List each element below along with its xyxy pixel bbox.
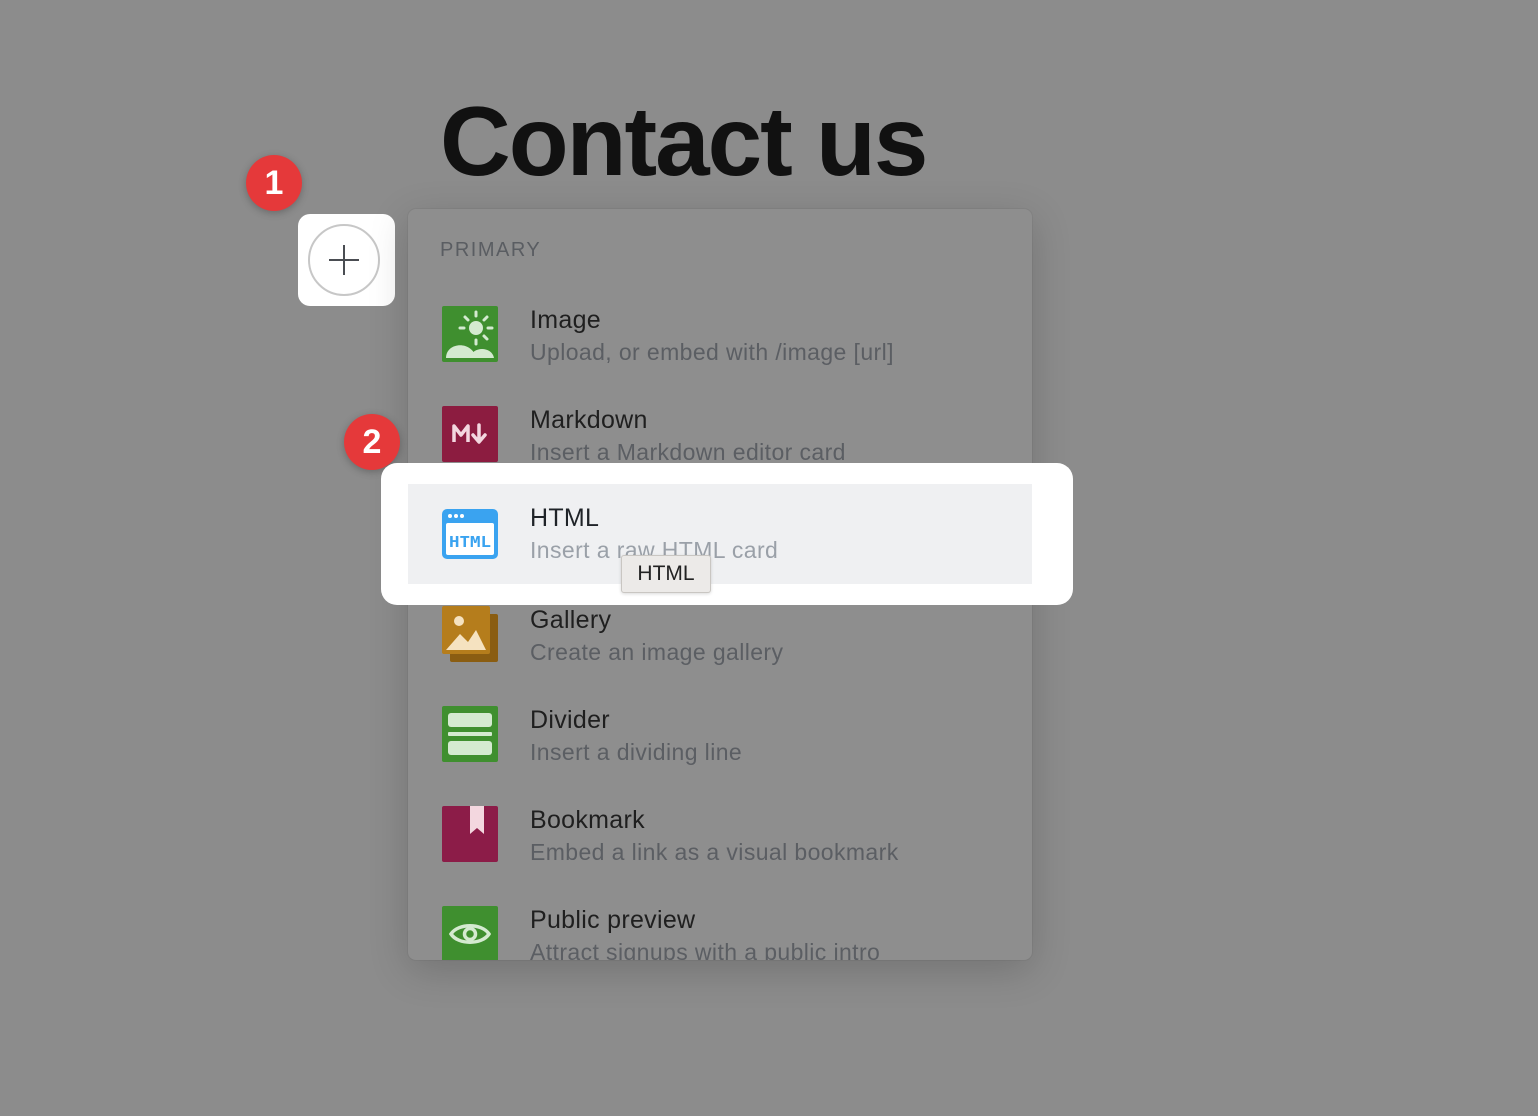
menu-item-description: Embed a link as a visual bookmark <box>530 839 899 865</box>
gallery-icon <box>442 606 498 662</box>
menu-item-public-preview[interactable]: Public preview Attract signups with a pu… <box>408 906 1032 960</box>
step-badge-2: 2 <box>344 414 400 470</box>
add-card-button[interactable] <box>308 224 380 296</box>
tooltip: HTML <box>621 555 711 593</box>
divider-icon <box>442 706 498 762</box>
image-icon <box>442 306 498 362</box>
menu-item-description: Create an image gallery <box>530 639 784 665</box>
menu-item-bookmark[interactable]: Bookmark Embed a link as a visual bookma… <box>408 806 1032 906</box>
eye-icon <box>442 906 498 960</box>
menu-item-title: Bookmark <box>530 806 645 834</box>
markdown-icon <box>442 406 498 462</box>
plus-icon <box>329 245 359 275</box>
menu-item-description: Upload, or embed with /image [url] <box>530 339 894 365</box>
page-title: Contact us <box>440 86 928 196</box>
step-badge-1: 1 <box>246 155 302 211</box>
menu-item-title: Markdown <box>530 406 648 434</box>
menu-item-description: Insert a dividing line <box>530 739 743 765</box>
menu-item-html[interactable]: HTML HTML Insert a raw HTML card <box>408 484 1032 584</box>
menu-item-title: Public preview <box>530 906 696 934</box>
menu-item-divider[interactable]: Divider Insert a dividing line <box>408 706 1032 806</box>
menu-item-title: Image <box>530 306 601 334</box>
menu-item-gallery[interactable]: Gallery Create an image gallery <box>408 606 1032 706</box>
menu-item-title: Divider <box>530 706 610 734</box>
bookmark-icon <box>442 806 498 862</box>
menu-item-title: HTML <box>530 504 600 532</box>
html-icon: HTML <box>442 509 498 565</box>
menu-item-image[interactable]: Image Upload, or embed with /image [url] <box>408 306 1032 406</box>
menu-item-description: Attract signups with a public intro <box>530 939 881 960</box>
menu-section-label: PRIMARY <box>440 239 542 261</box>
menu-item-description: Insert a Markdown editor card <box>530 439 846 465</box>
menu-item-title: Gallery <box>530 606 612 634</box>
svg-text:HTML: HTML <box>449 533 491 551</box>
